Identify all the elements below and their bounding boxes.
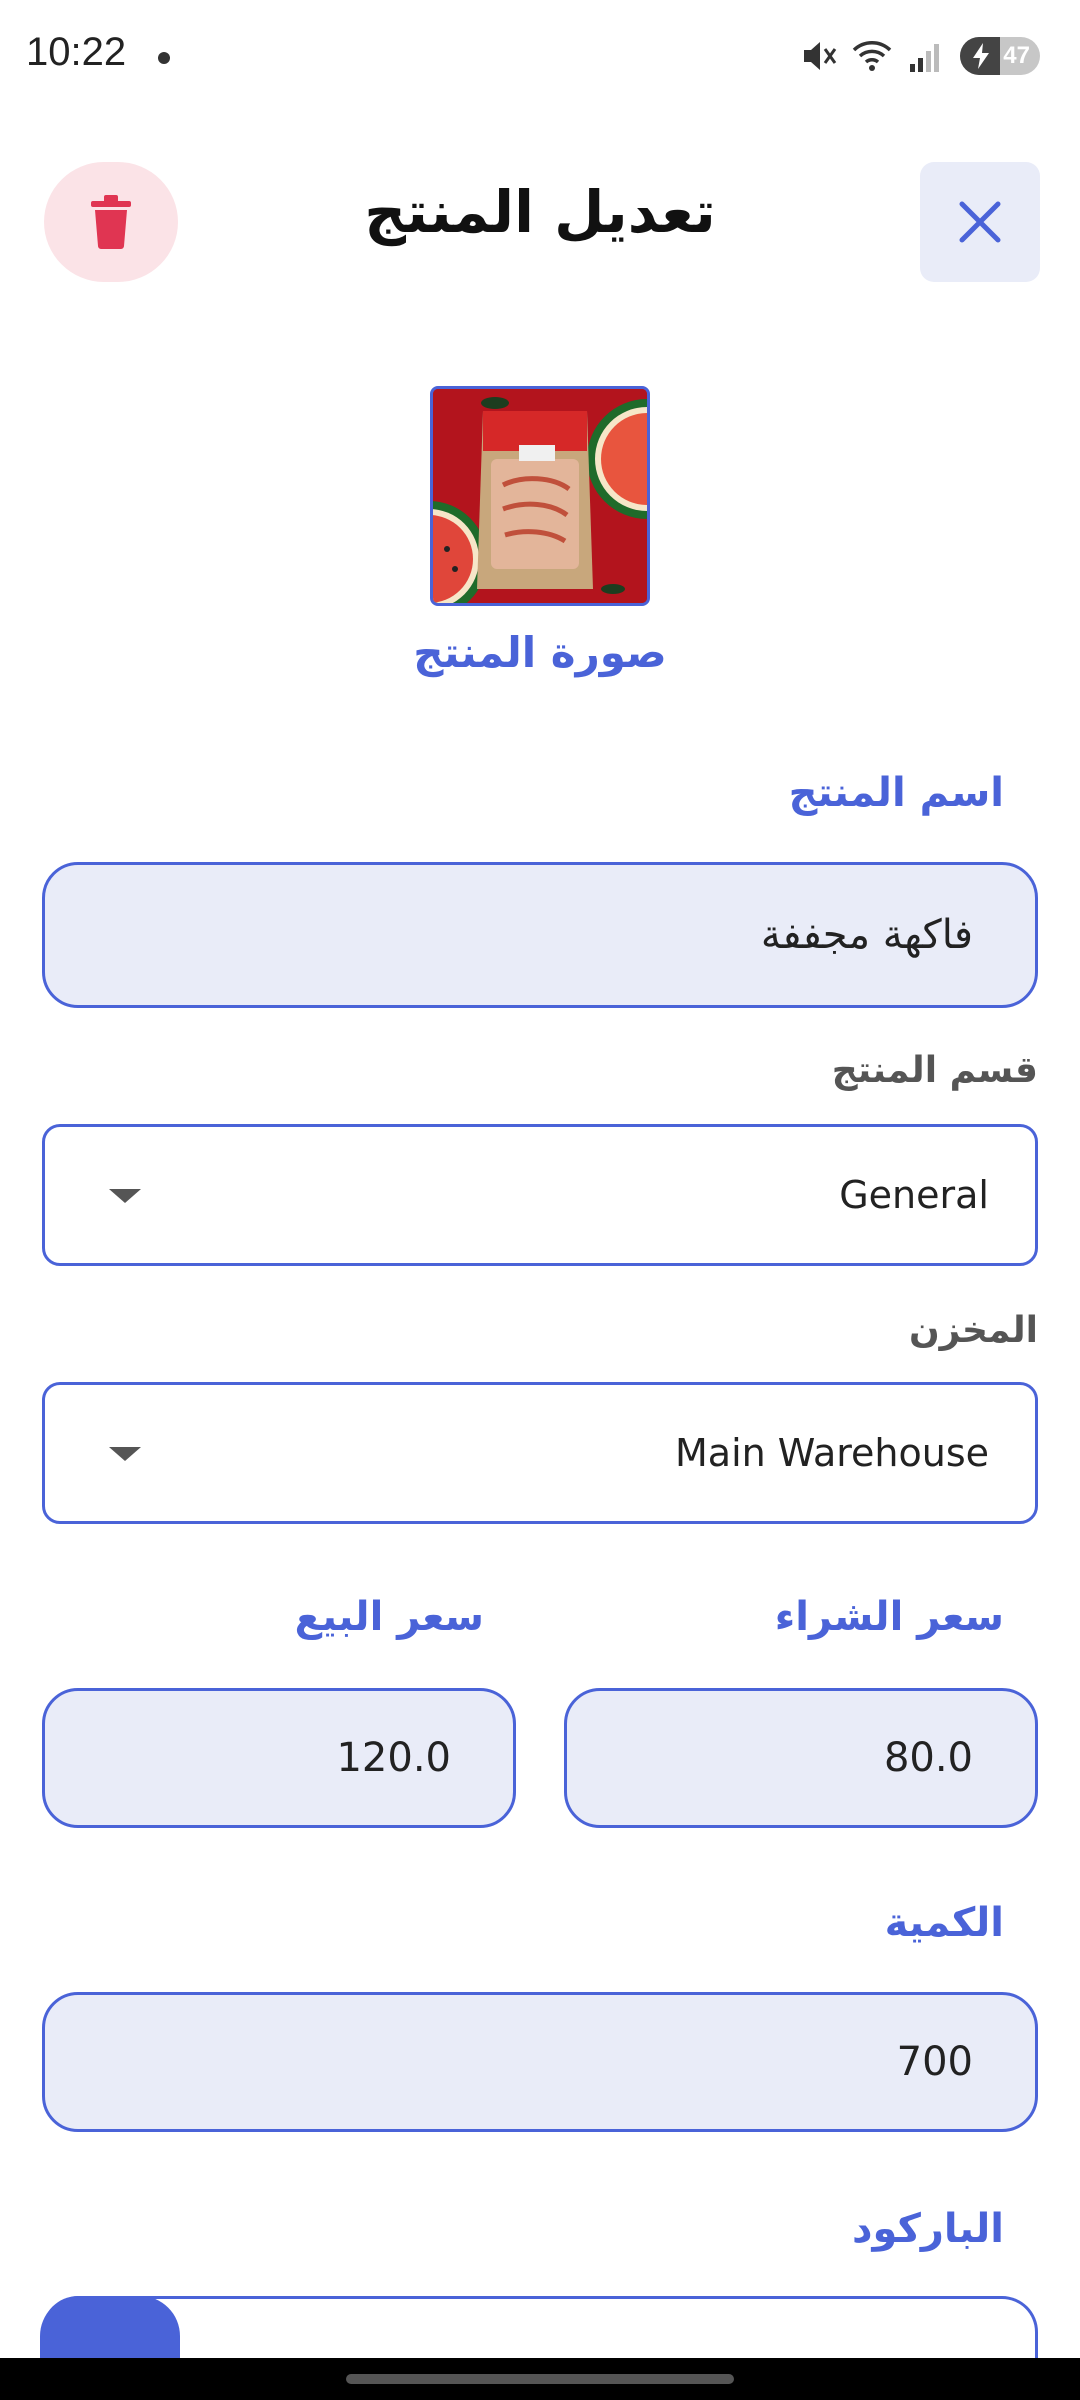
product-name-value: فاكهة مجففة xyxy=(760,912,973,958)
purchase-price-input[interactable]: 80.0 xyxy=(564,1688,1038,1828)
warehouse-value: Main Warehouse xyxy=(675,1431,989,1475)
chevron-down-icon xyxy=(109,1447,141,1461)
purchase-price-label: سعر الشراء xyxy=(774,1594,1004,1640)
product-image-label: صورة المنتج xyxy=(413,628,667,677)
quantity-label: الكمية xyxy=(884,1900,1004,1946)
close-icon xyxy=(959,201,1001,243)
purchase-price-value: 80.0 xyxy=(883,1735,973,1781)
home-handle[interactable] xyxy=(346,2374,734,2384)
quantity-value: 700 xyxy=(896,2039,973,2085)
warehouse-select[interactable]: Main Warehouse xyxy=(42,1382,1038,1524)
page-title: تعديل المنتج xyxy=(364,178,716,246)
sale-price-input[interactable]: 120.0 xyxy=(42,1688,516,1828)
product-category-label: قسم المنتج xyxy=(831,1050,1038,1091)
product-name-label: اسم المنتج xyxy=(788,770,1004,816)
warehouse-label: المخزن xyxy=(908,1310,1038,1351)
mute-icon xyxy=(804,42,837,70)
status-icons: 47 xyxy=(798,36,1040,76)
category-value: General xyxy=(839,1173,989,1217)
product-image[interactable] xyxy=(430,386,650,606)
status-bar: 10:22 47 xyxy=(0,0,1080,115)
barcode-label: الباركود xyxy=(852,2206,1004,2252)
sale-price-value: 120.0 xyxy=(336,1735,451,1781)
status-time: 10:22 xyxy=(26,30,127,74)
category-select[interactable]: General xyxy=(42,1124,1038,1266)
product-photo xyxy=(433,389,647,603)
wifi-icon xyxy=(852,41,892,71)
close-button[interactable] xyxy=(920,162,1040,282)
app-header: تعديل المنتج xyxy=(0,150,1080,290)
battery-icon: 47 xyxy=(960,37,1040,75)
battery-level: 47 xyxy=(1003,42,1030,69)
sale-price-label: سعر البيع xyxy=(294,1594,484,1640)
product-name-input[interactable]: فاكهة مجففة xyxy=(42,862,1038,1008)
signal-icon xyxy=(910,44,939,72)
quantity-input[interactable]: 700 xyxy=(42,1992,1038,2132)
chevron-down-icon xyxy=(109,1189,141,1203)
notification-dot-icon xyxy=(158,52,170,64)
